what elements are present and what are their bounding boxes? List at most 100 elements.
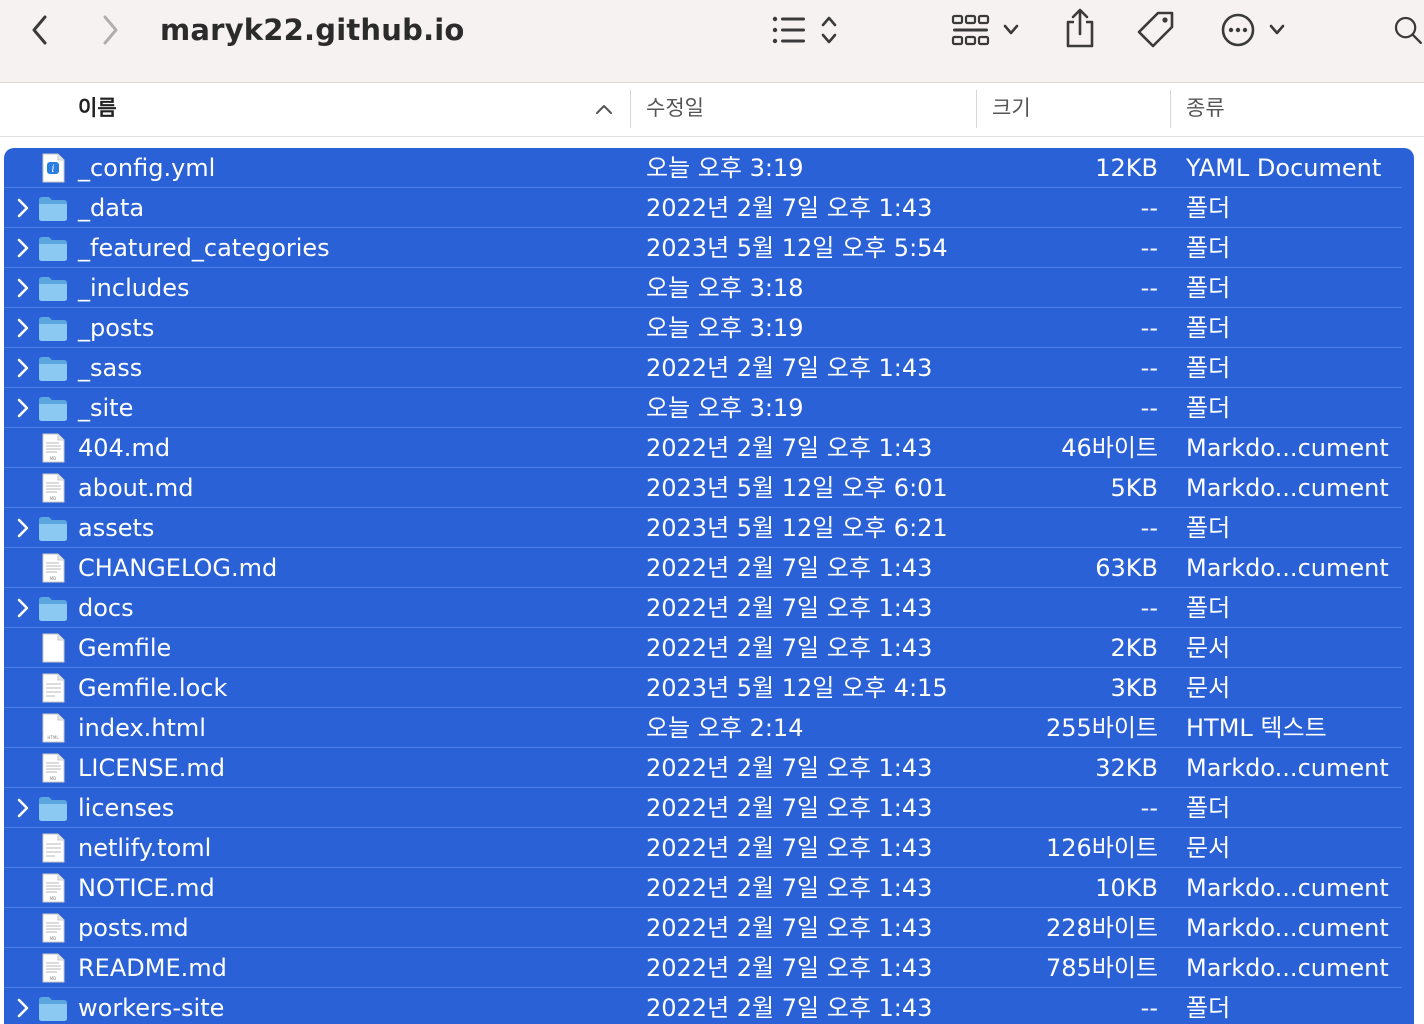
file-row[interactable]: licenses 2022년 2월 7일 오후 1:43 -- 폴더 xyxy=(4,788,1402,828)
more-actions-button[interactable] xyxy=(1218,10,1290,50)
file-name: licenses xyxy=(78,794,175,822)
back-button[interactable] xyxy=(22,12,58,48)
file-row[interactable]: _includes 오늘 오후 3:18 -- 폴더 xyxy=(4,268,1402,308)
chevron-right-icon xyxy=(103,15,118,45)
file-row[interactable]: _sass 2022년 2월 7일 오후 1:43 -- 폴더 xyxy=(4,348,1402,388)
file-size: -- xyxy=(1140,194,1158,222)
file-modified-date: 오늘 오후 3:19 xyxy=(646,154,804,182)
file-size: 63KB xyxy=(1095,554,1158,582)
disclosure-chevron-icon[interactable] xyxy=(12,236,34,260)
document-icon: i xyxy=(37,152,69,184)
tag-button[interactable] xyxy=(1134,8,1178,52)
file-row[interactable]: _featured_categories 2023년 5월 12일 오후 5:54… xyxy=(4,228,1402,268)
file-row[interactable]: i _config.yml 오늘 오후 3:19 12KB YAML Document xyxy=(4,148,1402,188)
column-header-size[interactable]: 크기 xyxy=(992,83,1031,136)
file-modified-date: 2022년 2월 7일 오후 1:43 xyxy=(646,554,933,582)
disclosure-chevron-icon[interactable] xyxy=(12,316,34,340)
file-row[interactable]: workers-site 2022년 2월 7일 오후 1:43 -- 폴더 xyxy=(4,988,1402,1024)
file-modified-date: 2022년 2월 7일 오후 1:43 xyxy=(646,354,933,382)
file-size: -- xyxy=(1140,234,1158,262)
file-name: _posts xyxy=(78,314,155,342)
file-name: docs xyxy=(78,594,134,622)
file-modified-date: 2022년 2월 7일 오후 1:43 xyxy=(646,634,933,662)
file-name: NOTICE.md xyxy=(78,874,215,902)
file-kind: Markdo...cument xyxy=(1186,474,1389,502)
group-button[interactable] xyxy=(950,12,1024,48)
file-kind: Markdo...cument xyxy=(1186,914,1389,942)
folder-icon xyxy=(37,232,69,264)
disclosure-chevron-icon[interactable] xyxy=(12,996,34,1020)
search-icon xyxy=(1394,16,1422,44)
disclosure-chevron-icon[interactable] xyxy=(12,396,34,420)
file-row[interactable]: _site 오늘 오후 3:19 -- 폴더 xyxy=(4,388,1402,428)
folder-icon xyxy=(37,192,69,224)
column-header-kind[interactable]: 종류 xyxy=(1186,83,1225,136)
file-modified-date: 2023년 5월 12일 오후 6:01 xyxy=(646,474,948,502)
file-size: 5KB xyxy=(1110,474,1158,502)
file-row[interactable]: MD CHANGELOG.md 2022년 2월 7일 오후 1:43 63KB Mar… xyxy=(4,548,1402,588)
file-row[interactable]: MD LICENSE.md 2022년 2월 7일 오후 1:43 32KB Markd… xyxy=(4,748,1402,788)
file-row[interactable]: assets 2023년 5월 12일 오후 6:21 -- 폴더 xyxy=(4,508,1402,548)
file-size: 126바이트 xyxy=(1045,834,1158,862)
file-name: LICENSE.md xyxy=(78,754,225,782)
forward-button[interactable] xyxy=(92,12,128,48)
file-modified-date: 2022년 2월 7일 오후 1:43 xyxy=(646,434,933,462)
file-size: 228바이트 xyxy=(1045,914,1158,942)
document-icon: MD xyxy=(37,432,69,464)
folder-icon xyxy=(37,312,69,344)
file-size: 2KB xyxy=(1110,634,1158,662)
file-row[interactable]: netlify.toml 2022년 2월 7일 오후 1:43 126바이트 문서 xyxy=(4,828,1402,868)
svg-text:i: i xyxy=(51,164,54,175)
view-options-button[interactable] xyxy=(770,12,842,48)
search-button[interactable] xyxy=(1392,10,1424,50)
file-size: -- xyxy=(1140,314,1158,342)
file-row[interactable]: MD 404.md 2022년 2월 7일 오후 1:43 46바이트 Markdo..… xyxy=(4,428,1402,468)
file-list[interactable]: i _config.yml 오늘 오후 3:19 12KB YAML Document _… xyxy=(4,148,1414,1024)
file-modified-date: 오늘 오후 3:19 xyxy=(646,394,804,422)
file-name: CHANGELOG.md xyxy=(78,554,278,582)
disclosure-chevron-icon[interactable] xyxy=(12,276,34,300)
column-divider[interactable] xyxy=(1170,90,1171,128)
file-row[interactable]: _data 2022년 2월 7일 오후 1:43 -- 폴더 xyxy=(4,188,1402,228)
disclosure-chevron-icon[interactable] xyxy=(12,796,34,820)
file-modified-date: 2023년 5월 12일 오후 6:21 xyxy=(646,514,948,542)
file-row[interactable]: Gemfile 2022년 2월 7일 오후 1:43 2KB 문서 xyxy=(4,628,1402,668)
file-name: posts.md xyxy=(78,914,189,942)
column-divider[interactable] xyxy=(630,90,631,128)
file-kind: 폴더 xyxy=(1186,314,1231,342)
file-row[interactable]: HTML index.html 오늘 오후 2:14 255바이트 HTML 텍스트 xyxy=(4,708,1402,748)
file-name: index.html xyxy=(78,714,206,742)
column-header-name[interactable]: 이름 xyxy=(78,83,117,136)
document-icon: HTML xyxy=(37,712,69,744)
file-modified-date: 2022년 2월 7일 오후 1:43 xyxy=(646,794,933,822)
column-header-modified[interactable]: 수정일 xyxy=(646,83,704,136)
file-kind: 폴더 xyxy=(1186,394,1231,422)
svg-text:MD: MD xyxy=(50,896,57,901)
file-size: 255바이트 xyxy=(1045,714,1158,742)
disclosure-chevron-icon[interactable] xyxy=(12,596,34,620)
disclosure-chevron-icon[interactable] xyxy=(12,356,34,380)
file-row[interactable]: Gemfile.lock 2023년 5월 12일 오후 4:15 3KB 문서 xyxy=(4,668,1402,708)
disclosure-chevron-icon[interactable] xyxy=(12,516,34,540)
file-kind: Markdo...cument xyxy=(1186,554,1389,582)
file-row[interactable]: MD NOTICE.md 2022년 2월 7일 오후 1:43 10KB Markdo… xyxy=(4,868,1402,908)
file-modified-date: 오늘 오후 3:18 xyxy=(646,274,804,302)
sort-ascending-icon[interactable] xyxy=(594,102,614,116)
folder-icon xyxy=(37,792,69,824)
svg-text:MD: MD xyxy=(50,456,57,461)
document-icon: MD xyxy=(37,752,69,784)
file-size: 3KB xyxy=(1110,674,1158,702)
file-row[interactable]: docs 2022년 2월 7일 오후 1:43 -- 폴더 xyxy=(4,588,1402,628)
file-name: Gemfile xyxy=(78,634,172,662)
column-divider[interactable] xyxy=(976,90,977,128)
file-modified-date: 2022년 2월 7일 오후 1:43 xyxy=(646,754,933,782)
file-kind: 폴더 xyxy=(1186,794,1231,822)
toolbar: maryk22.github.io xyxy=(0,0,1424,83)
file-name: _includes xyxy=(78,274,190,302)
file-row[interactable]: _posts 오늘 오후 3:19 -- 폴더 xyxy=(4,308,1402,348)
file-row[interactable]: MD posts.md 2022년 2월 7일 오후 1:43 228바이트 Markd… xyxy=(4,908,1402,948)
file-row[interactable]: MD about.md 2023년 5월 12일 오후 6:01 5KB Markdo.… xyxy=(4,468,1402,508)
file-row[interactable]: MD README.md 2022년 2월 7일 오후 1:43 785바이트 Mark… xyxy=(4,948,1402,988)
disclosure-chevron-icon[interactable] xyxy=(12,196,34,220)
share-button[interactable] xyxy=(1060,6,1100,50)
